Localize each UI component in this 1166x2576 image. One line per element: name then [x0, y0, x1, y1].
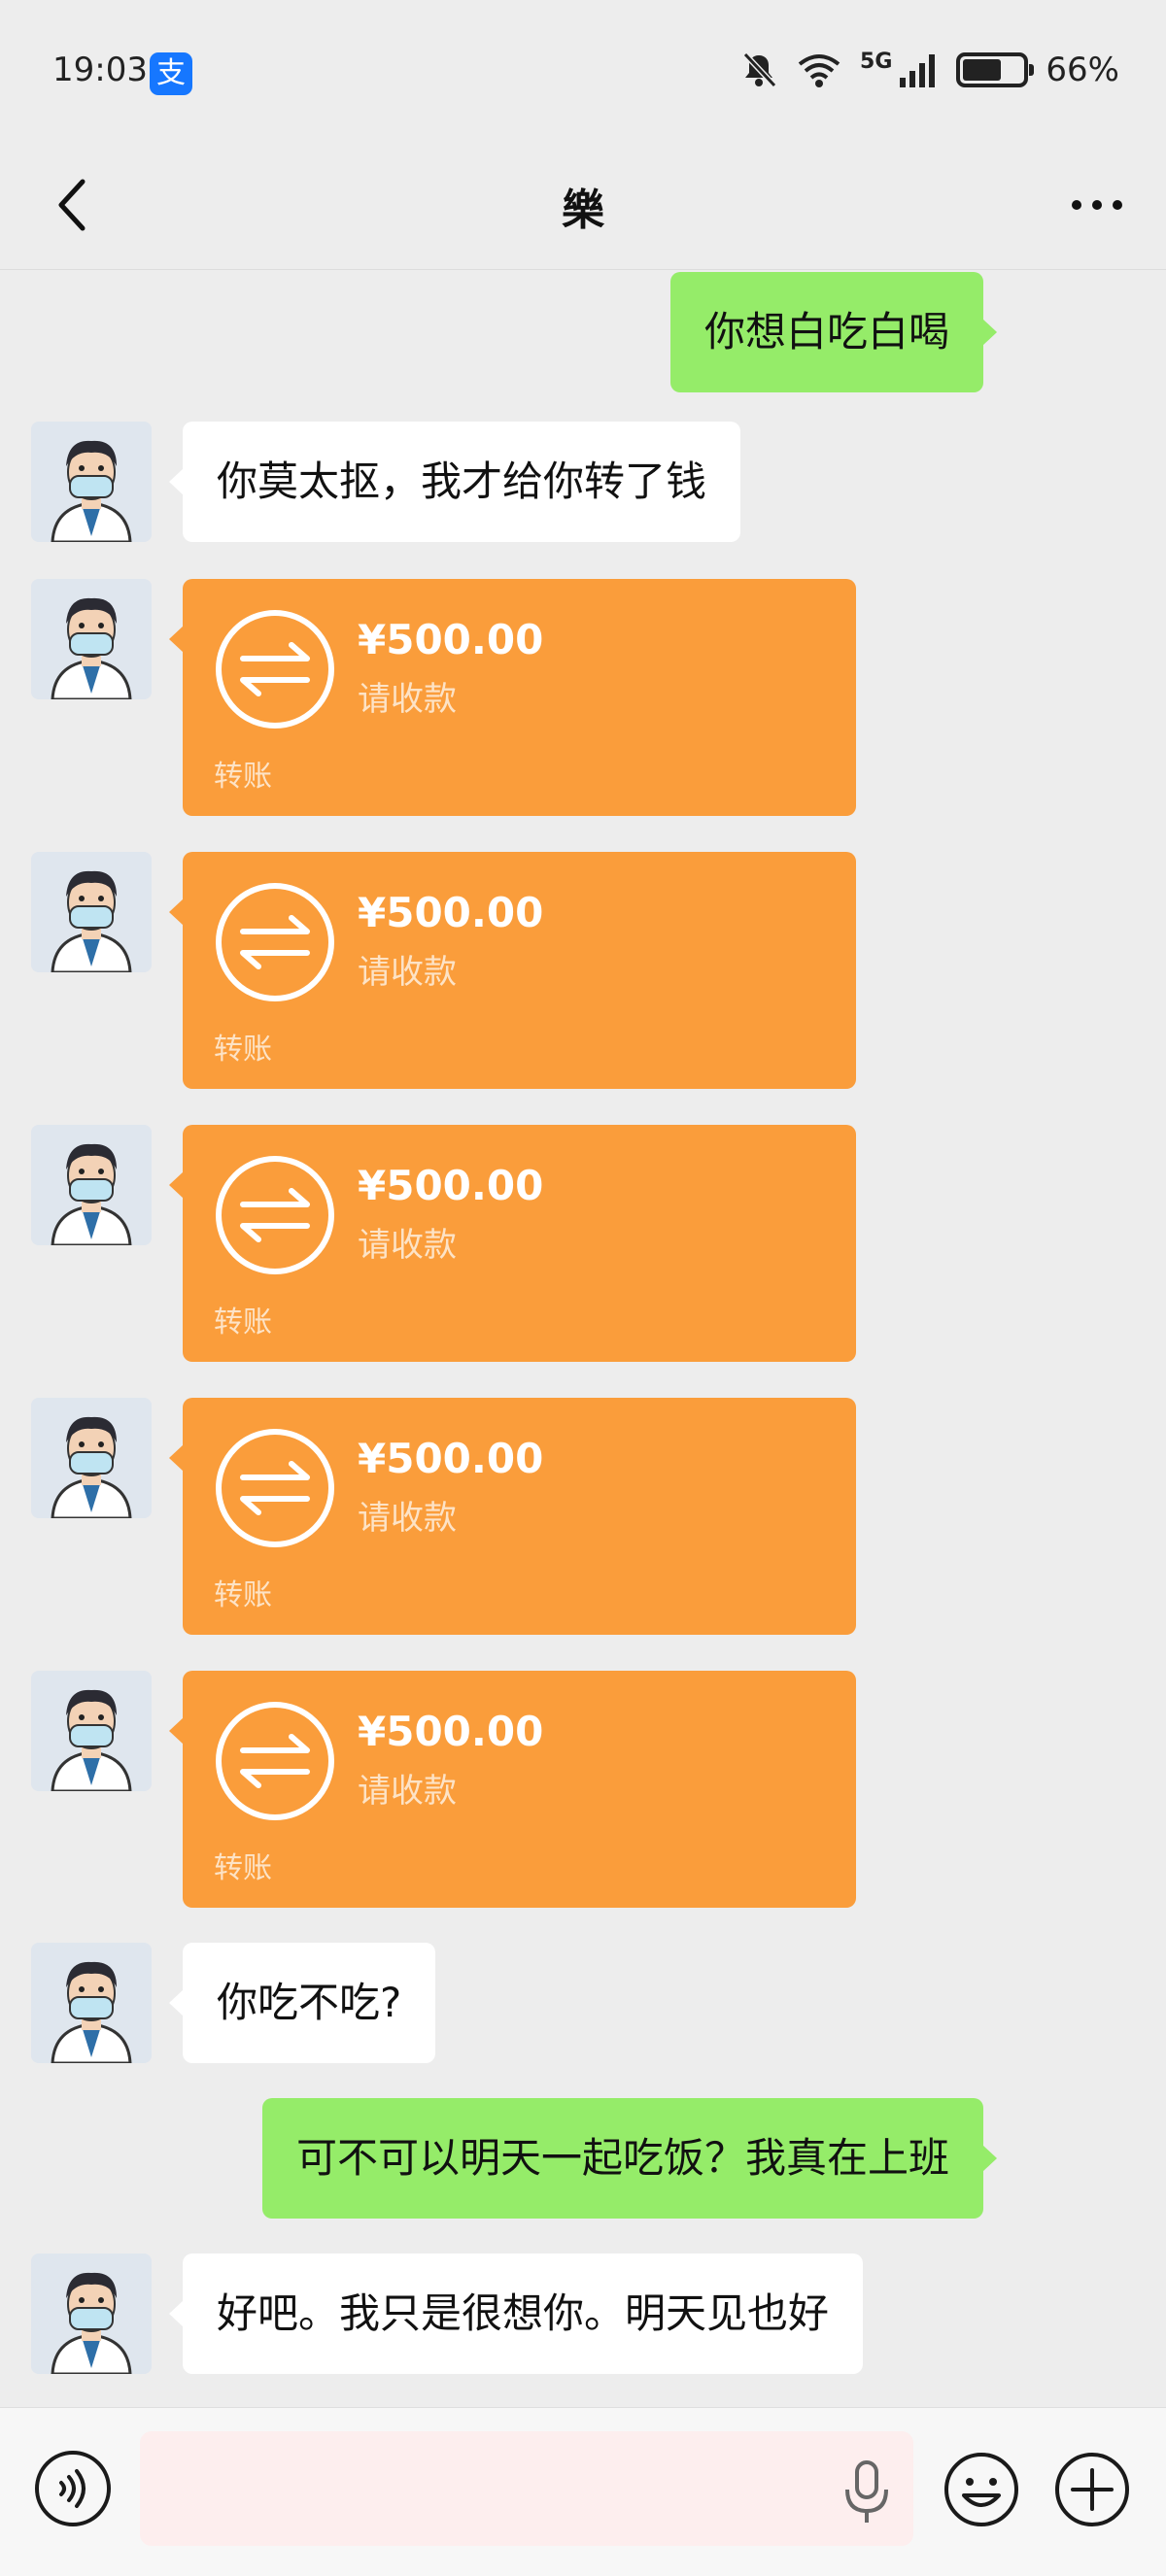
transfer-card[interactable]: ¥500.00 请收款 转账: [169, 1671, 856, 1908]
doctor-avatar-icon: [31, 1671, 152, 1791]
transfer-card[interactable]: ¥500.00 请收款 转账: [169, 1125, 856, 1362]
wifi-icon: [798, 54, 840, 87]
doctor-avatar-icon: [31, 579, 152, 699]
transfer-status: 请收款: [358, 1499, 457, 1538]
transfer-card[interactable]: ¥500.00 请收款 转账: [169, 1398, 856, 1635]
transfer-card[interactable]: ¥500.00 请收款 转账: [169, 579, 856, 816]
plus-icon[interactable]: [1053, 2451, 1131, 2528]
battery-icon: [956, 52, 1035, 87]
transfer-amount: ¥500.00: [358, 1435, 544, 1482]
incoming-message[interactable]: 你吃不吃?: [168, 1943, 436, 2063]
transfer-status: 请收款: [358, 1772, 457, 1811]
transfer-amount: ¥500.00: [358, 1708, 544, 1755]
voice-icon: [59, 2469, 86, 2508]
transfer-card[interactable]: ¥500.00 请收款 转账: [169, 852, 856, 1089]
contact-avatar[interactable]: [31, 852, 152, 972]
emoji-icon[interactable]: [943, 2451, 1020, 2528]
microphone-icon[interactable]: [840, 2458, 894, 2526]
transfer-status: 请收款: [358, 1226, 457, 1265]
voice-mode-button[interactable]: [35, 2451, 111, 2526]
contact-avatar[interactable]: [31, 2254, 152, 2374]
contact-avatar[interactable]: [31, 1943, 152, 2063]
transfer-arrows-icon: [216, 1702, 334, 1820]
doctor-avatar-icon: [31, 422, 152, 542]
transfer-arrows-icon: [216, 883, 334, 1001]
chat-title: 樂: [562, 186, 604, 235]
status-time: 19:03: [52, 51, 148, 89]
transfer-amount: ¥500.00: [358, 889, 544, 936]
transfer-label: 转账: [214, 1305, 272, 1339]
more-options-button[interactable]: [1063, 171, 1131, 239]
transfer-label: 转账: [214, 1851, 272, 1885]
message-input-bar: [0, 2407, 1166, 2576]
alipay-notification-icon: 支: [150, 52, 192, 95]
transfer-amount: ¥500.00: [358, 1162, 544, 1209]
transfer-amount: ¥500.00: [358, 616, 544, 663]
transfer-arrows-icon: [216, 610, 334, 729]
signal-icon: [900, 54, 936, 87]
contact-avatar[interactable]: [31, 1671, 152, 1791]
doctor-avatar-icon: [31, 2254, 152, 2374]
doctor-avatar-icon: [31, 852, 152, 972]
doctor-avatar-icon: [31, 1398, 152, 1518]
contact-avatar[interactable]: [31, 422, 152, 542]
more-dots-icon: [1072, 200, 1122, 210]
transfer-status: 请收款: [358, 953, 457, 992]
bell-muted-icon: [742, 51, 777, 88]
outgoing-message[interactable]: 可不可以明天一起吃饭？我真在上班: [261, 2098, 998, 2219]
transfer-label: 转账: [214, 760, 272, 794]
incoming-message[interactable]: 好吧。我只是很想你。明天见也好: [168, 2254, 864, 2374]
transfer-label: 转账: [214, 1033, 272, 1067]
transfer-status: 请收款: [358, 680, 457, 719]
chat-header: 樂: [0, 146, 1166, 270]
transfer-label: 转账: [214, 1578, 272, 1612]
message-text-input[interactable]: [140, 2431, 913, 2546]
message-list[interactable]: 你想白吃白喝 你莫太抠，我才给你转了钱 ¥500.00 请收款 转账 ¥500.…: [0, 270, 1166, 2407]
doctor-avatar-icon: [31, 1943, 152, 2063]
contact-avatar[interactable]: [31, 579, 152, 699]
transfer-arrows-icon: [216, 1429, 334, 1547]
contact-avatar[interactable]: [31, 1125, 152, 1245]
incoming-message[interactable]: 你莫太抠，我才给你转了钱: [168, 422, 741, 542]
contact-avatar[interactable]: [31, 1398, 152, 1518]
doctor-avatar-icon: [31, 1125, 152, 1245]
battery-percent: 66%: [1046, 51, 1119, 89]
network-label: 5G: [860, 49, 893, 74]
outgoing-message[interactable]: 你想白吃白喝: [669, 272, 998, 392]
status-bar: 19:03 支 5G 66%: [0, 0, 1166, 146]
status-indicators: 5G 66%: [739, 49, 1119, 89]
transfer-arrows-icon: [216, 1156, 334, 1274]
